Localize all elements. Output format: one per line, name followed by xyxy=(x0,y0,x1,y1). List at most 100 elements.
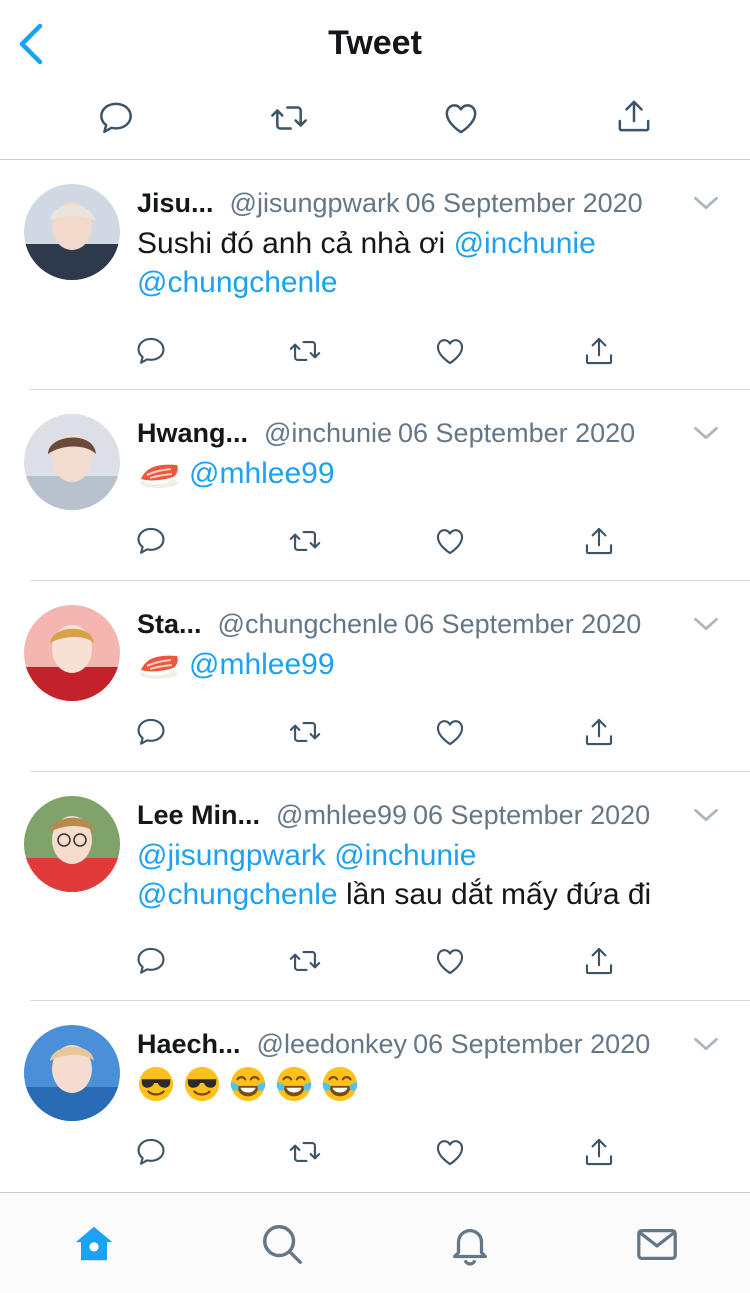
search-icon xyxy=(263,1225,302,1264)
avatar[interactable] xyxy=(24,796,120,892)
retweet-button[interactable] xyxy=(269,98,309,138)
tweet-actions xyxy=(0,715,750,755)
share-button[interactable] xyxy=(614,96,654,136)
retweet-icon xyxy=(269,98,309,138)
reply-icon xyxy=(134,524,168,558)
reply-tweet[interactable]: Jisu... @jisungpwark 06 September 2020 Sus… xyxy=(0,160,750,390)
sushi-emoji xyxy=(137,458,181,490)
heart-icon xyxy=(433,944,467,978)
user-handle: @leedonkey xyxy=(256,1029,408,1059)
tweet-text-plain: lần sau dắt mấy đứa đi xyxy=(337,878,652,911)
display-name[interactable]: Haech... xyxy=(137,1029,241,1059)
share-button[interactable] xyxy=(582,1135,616,1169)
reply-tweet[interactable]: Haech... @leedonkey 06 September 2020 xyxy=(0,1001,750,1191)
tweet-date: 06 September 2020 xyxy=(405,188,643,218)
tab-notifications[interactable] xyxy=(447,1221,493,1267)
tweet-header: Sta... @chungchenle 06 September 2020 xyxy=(137,607,727,641)
avatar[interactable] xyxy=(24,184,120,280)
mention-link[interactable]: @inchunie xyxy=(454,227,596,260)
share-button[interactable] xyxy=(582,715,616,749)
reply-tweet[interactable]: Sta... @chungchenle 06 September 2020 @mhl… xyxy=(0,581,750,771)
retweet-button[interactable] xyxy=(288,1135,322,1169)
reply-icon xyxy=(134,715,168,749)
heart-icon xyxy=(433,715,467,749)
tweet-text: @mhlee99 xyxy=(137,645,727,684)
retweet-button[interactable] xyxy=(288,334,322,368)
reply-button[interactable] xyxy=(96,98,136,138)
sunglasses-face-emoji xyxy=(183,1065,221,1103)
tab-home[interactable] xyxy=(71,1221,117,1267)
tweet-actions xyxy=(0,1135,750,1175)
mention-link[interactable]: @inchunie xyxy=(334,839,476,872)
display-name[interactable]: Lee Min... xyxy=(137,800,260,830)
display-name[interactable]: Jisu... xyxy=(137,188,214,218)
like-button[interactable] xyxy=(433,1135,467,1169)
avatar[interactable] xyxy=(24,605,120,701)
tweet-date: 06 September 2020 xyxy=(404,609,642,639)
tab-bar xyxy=(0,1192,750,1293)
tweet-date: 06 September 2020 xyxy=(398,418,636,448)
tweet-date: 06 September 2020 xyxy=(413,800,651,830)
retweet-button[interactable] xyxy=(288,944,322,978)
reply-button[interactable] xyxy=(134,944,168,978)
like-button[interactable] xyxy=(433,944,467,978)
tears-of-joy-face-emoji xyxy=(321,1065,359,1103)
mention-link[interactable]: @chungchenle xyxy=(137,266,338,299)
share-button[interactable] xyxy=(582,944,616,978)
tweet-text: Sushi đó anh cả nhà ơi @inchunie @chungch… xyxy=(137,224,727,302)
reply-tweet[interactable]: Hwang... @inchunie 06 September 2020 @mhle… xyxy=(0,390,750,580)
retweet-icon xyxy=(288,1135,322,1169)
reply-tweet[interactable]: Lee Min... @mhlee99 06 September 2020 @jis… xyxy=(0,772,750,1000)
display-name[interactable]: Hwang... xyxy=(137,418,248,448)
retweet-icon xyxy=(288,715,322,749)
mention-link[interactable]: @jisungpwark xyxy=(137,839,326,872)
display-name[interactable]: Sta... xyxy=(137,609,202,639)
mention-link[interactable]: @mhlee99 xyxy=(189,457,335,490)
chevron-down-icon[interactable] xyxy=(692,1033,720,1055)
tweet-text: @mhlee99 xyxy=(137,454,727,493)
bell-icon xyxy=(453,1229,487,1266)
like-button[interactable] xyxy=(433,334,467,368)
user-handle: @inchunie xyxy=(264,418,393,448)
like-button[interactable] xyxy=(441,98,481,138)
reply-icon xyxy=(134,1135,168,1169)
heart-icon xyxy=(433,334,467,368)
chevron-down-icon[interactable] xyxy=(692,422,720,444)
home-icon xyxy=(75,1226,113,1261)
main-tweet-actions xyxy=(0,86,750,160)
chevron-down-icon[interactable] xyxy=(692,804,720,826)
sunglasses-face-emoji xyxy=(137,1065,175,1103)
reply-button[interactable] xyxy=(134,334,168,368)
tweet-text-plain: Sushi đó anh cả nhà ơi xyxy=(137,227,454,260)
reply-button[interactable] xyxy=(134,1135,168,1169)
share-icon xyxy=(614,96,654,136)
reply-button[interactable] xyxy=(134,715,168,749)
avatar-image xyxy=(24,1025,120,1121)
tweet-header: Haech... @leedonkey 06 September 2020 xyxy=(137,1027,727,1061)
like-button[interactable] xyxy=(433,524,467,558)
chevron-down-icon[interactable] xyxy=(692,192,720,214)
tweet-actions xyxy=(0,944,750,984)
reply-icon xyxy=(134,334,168,368)
tab-messages[interactable] xyxy=(634,1221,680,1267)
mention-link[interactable]: @mhlee99 xyxy=(189,648,335,681)
avatar[interactable] xyxy=(24,414,120,510)
share-button[interactable] xyxy=(582,524,616,558)
avatar-image xyxy=(24,605,120,701)
retweet-button[interactable] xyxy=(288,715,322,749)
reply-button[interactable] xyxy=(134,524,168,558)
avatar[interactable] xyxy=(24,1025,120,1121)
heart-icon xyxy=(441,98,481,138)
retweet-button[interactable] xyxy=(288,524,322,558)
tweet-date: 06 September 2020 xyxy=(413,1029,651,1059)
tweet-header: Jisu... @jisungpwark 06 September 2020 xyxy=(137,186,727,220)
like-button[interactable] xyxy=(433,715,467,749)
heart-icon xyxy=(433,524,467,558)
mention-link[interactable]: @chungchenle xyxy=(137,878,338,911)
share-button[interactable] xyxy=(582,334,616,368)
tweet-actions xyxy=(0,524,750,564)
chevron-down-icon[interactable] xyxy=(692,613,720,635)
retweet-icon xyxy=(288,524,322,558)
tab-search[interactable] xyxy=(259,1221,305,1267)
reply-icon xyxy=(96,98,136,138)
